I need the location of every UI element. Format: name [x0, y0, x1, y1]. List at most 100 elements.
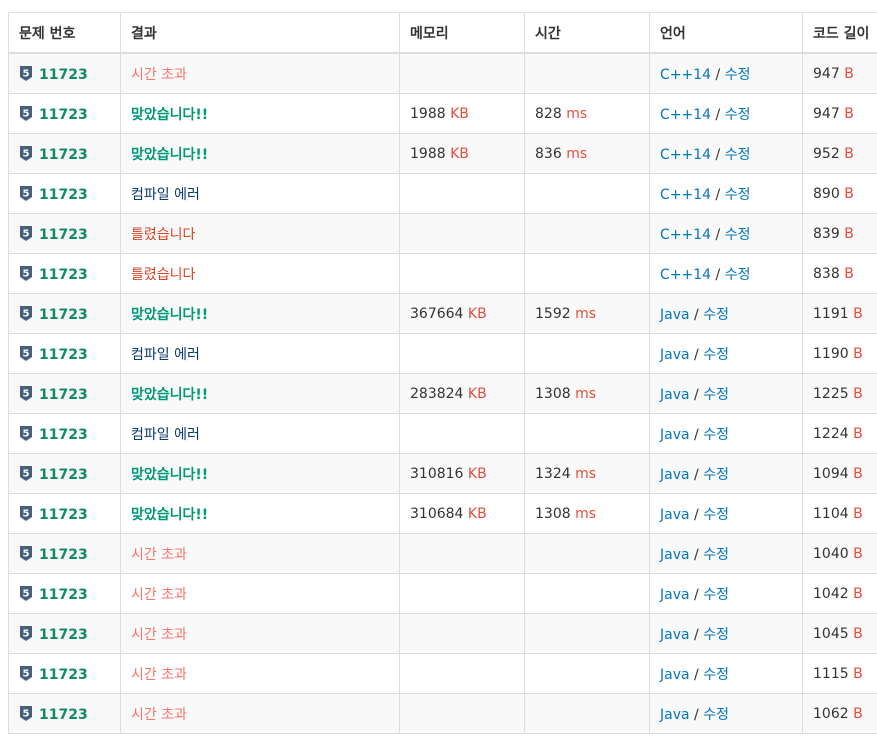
language-separator: / — [694, 626, 699, 643]
language-separator: / — [694, 386, 699, 403]
cell-code-length: 1062 B — [802, 693, 877, 734]
edit-link[interactable]: 수정 — [703, 667, 729, 683]
tier-badge-icon: 5 — [20, 145, 32, 161]
problem-link[interactable]: 11723 — [39, 627, 88, 643]
cell-code-length: 1045 B — [802, 613, 877, 654]
cell-time: 1592 ms — [524, 293, 650, 334]
problem-link[interactable]: 11723 — [39, 667, 88, 683]
problem-link[interactable]: 11723 — [39, 67, 88, 83]
tier-badge-icon: 5 — [20, 105, 32, 121]
code-length-unit: B — [853, 425, 863, 442]
table-row: 5 11723 시간 초과 Java / 수정 1040 B — [8, 533, 877, 574]
language-link[interactable]: Java — [660, 387, 690, 403]
problem-link[interactable]: 11723 — [39, 107, 88, 123]
language-link[interactable]: Java — [660, 627, 690, 643]
edit-link[interactable]: 수정 — [703, 507, 729, 523]
problem-link[interactable]: 11723 — [39, 187, 88, 203]
language-separator: / — [715, 146, 721, 163]
problem-link[interactable]: 11723 — [39, 227, 88, 243]
memory-value: 310816 — [410, 465, 464, 482]
problem-link[interactable]: 11723 — [39, 707, 88, 723]
edit-link[interactable]: 수정 — [725, 67, 751, 83]
problem-link[interactable]: 11723 — [39, 307, 88, 323]
edit-link[interactable]: 수정 — [703, 587, 729, 603]
tier-badge-icon: 5 — [20, 225, 32, 241]
code-length-value: 1104 — [813, 505, 849, 522]
language-separator: / — [715, 266, 721, 283]
language-link[interactable]: Java — [660, 667, 690, 683]
code-length-value: 1040 — [813, 545, 849, 562]
language-link[interactable]: Java — [660, 467, 690, 483]
cell-result: 시간 초과 — [120, 573, 400, 614]
edit-link[interactable]: 수정 — [725, 147, 751, 163]
cell-problem: 5 11723 — [8, 173, 121, 214]
problem-link[interactable]: 11723 — [39, 467, 88, 483]
language-link[interactable]: Java — [660, 547, 690, 563]
edit-link[interactable]: 수정 — [703, 547, 729, 563]
problem-link[interactable]: 11723 — [39, 587, 88, 603]
language-link[interactable]: C++14 — [660, 67, 711, 83]
table-row: 5 11723 시간 초과 Java / 수정 1045 B — [8, 613, 877, 654]
tier-badge-icon: 5 — [20, 705, 32, 721]
edit-link[interactable]: 수정 — [703, 627, 729, 643]
tier-badge-label: 5 — [23, 708, 30, 719]
cell-memory — [399, 253, 525, 294]
problem-link[interactable]: 11723 — [39, 347, 88, 363]
edit-link[interactable]: 수정 — [725, 187, 751, 203]
tier-badge-icon: 5 — [20, 585, 32, 601]
cell-code-length: 1042 B — [802, 573, 877, 614]
problem-link[interactable]: 11723 — [39, 547, 88, 563]
edit-link[interactable]: 수정 — [703, 347, 729, 363]
edit-link[interactable]: 수정 — [725, 267, 751, 283]
time-unit: ms — [575, 505, 597, 522]
cell-memory — [399, 533, 525, 574]
cell-result: 맞았습니다!! — [120, 373, 400, 414]
edit-link[interactable]: 수정 — [725, 107, 751, 123]
edit-link[interactable]: 수정 — [703, 427, 729, 443]
language-link[interactable]: Java — [660, 587, 690, 603]
tier-badge-icon: 5 — [20, 65, 32, 81]
problem-link[interactable]: 11723 — [39, 387, 88, 403]
code-length-value: 1042 — [813, 585, 849, 602]
language-link[interactable]: Java — [660, 507, 690, 523]
edit-link[interactable]: 수정 — [703, 387, 729, 403]
language-link[interactable]: Java — [660, 427, 690, 443]
edit-link[interactable]: 수정 — [703, 467, 729, 483]
time-value: 1324 — [535, 465, 571, 482]
code-length-unit: B — [853, 345, 863, 362]
code-length-value: 839 — [813, 225, 840, 242]
edit-link[interactable]: 수정 — [703, 707, 729, 723]
header-problem-id: 문제 번호 — [8, 12, 121, 54]
time-value: 1308 — [535, 505, 571, 522]
language-link[interactable]: C++14 — [660, 147, 711, 163]
language-link[interactable]: C++14 — [660, 267, 711, 283]
cell-result: 컴파일 에러 — [120, 333, 400, 374]
cell-memory — [399, 693, 525, 734]
problem-link[interactable]: 11723 — [39, 267, 88, 283]
cell-result: 시간 초과 — [120, 533, 400, 574]
edit-link[interactable]: 수정 — [703, 307, 729, 323]
cell-code-length: 839 B — [802, 213, 877, 254]
cell-time — [524, 253, 650, 294]
language-link[interactable]: Java — [660, 707, 690, 723]
language-link[interactable]: Java — [660, 347, 690, 363]
problem-link[interactable]: 11723 — [39, 507, 88, 523]
language-link[interactable]: C++14 — [660, 187, 711, 203]
tier-badge-icon: 5 — [20, 625, 32, 641]
result-accepted: 맞았습니다!! — [131, 146, 209, 163]
problem-link[interactable]: 11723 — [39, 427, 88, 443]
cell-time: 836 ms — [524, 133, 650, 174]
cell-code-length: 1190 B — [802, 333, 877, 374]
cell-language: C++14 / 수정 — [649, 173, 803, 214]
language-link[interactable]: Java — [660, 307, 690, 323]
cell-language: C++14 / 수정 — [649, 52, 803, 94]
tier-badge-label: 5 — [23, 68, 30, 79]
code-length-value: 1045 — [813, 625, 849, 642]
cell-result: 맞았습니다!! — [120, 493, 400, 534]
edit-link[interactable]: 수정 — [725, 227, 751, 243]
language-link[interactable]: C++14 — [660, 227, 711, 243]
cell-time: 1308 ms — [524, 493, 650, 534]
cell-code-length: 1225 B — [802, 373, 877, 414]
problem-link[interactable]: 11723 — [39, 147, 88, 163]
language-link[interactable]: C++14 — [660, 107, 711, 123]
